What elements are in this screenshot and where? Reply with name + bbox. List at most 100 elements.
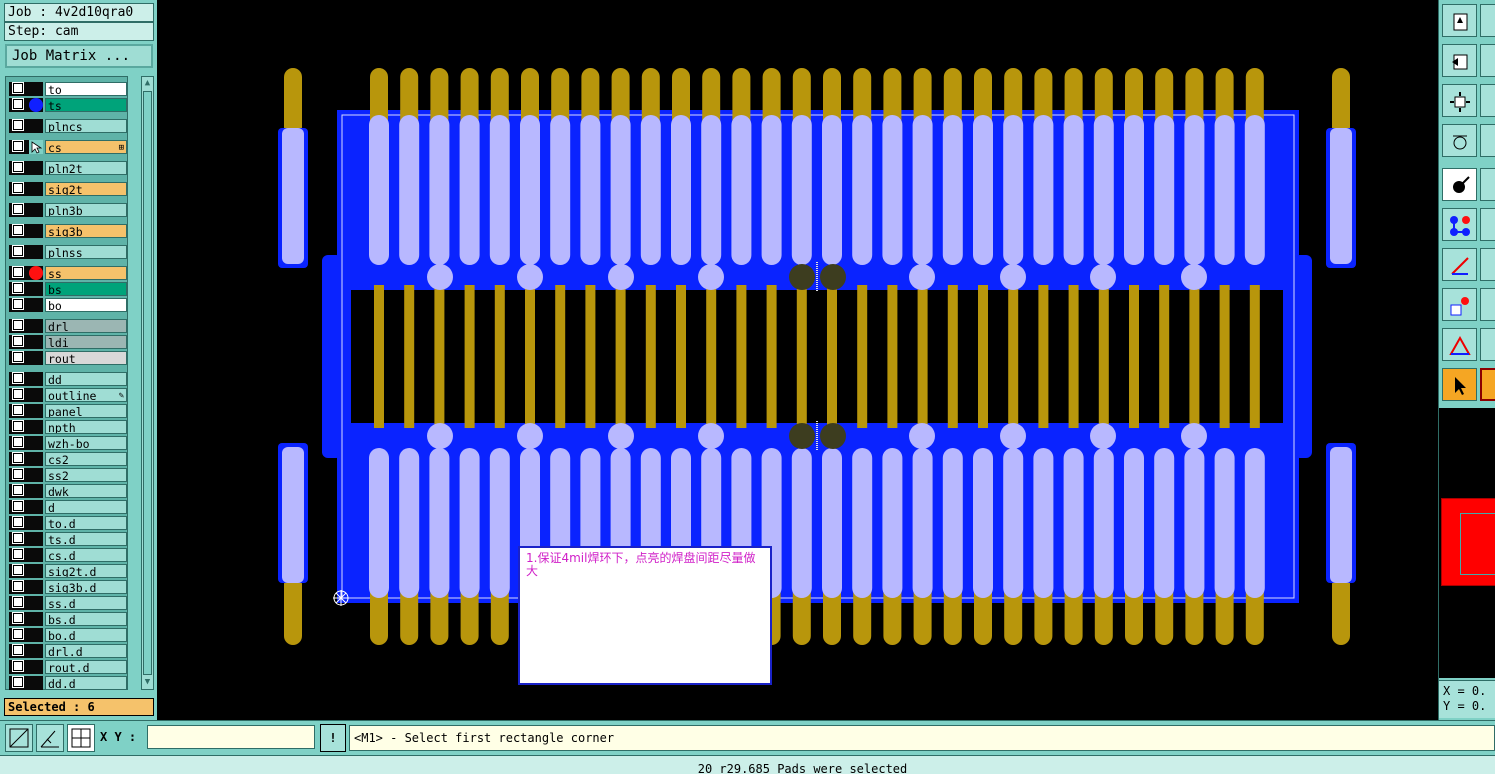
- layer-checkbox[interactable]: [12, 660, 24, 672]
- layer-checkbox[interactable]: [12, 140, 24, 152]
- layer-row-sig2t[interactable]: sig2t: [9, 182, 127, 196]
- layer-name[interactable]: cs.d: [45, 548, 127, 562]
- layer-row-drl[interactable]: drl: [9, 319, 127, 333]
- layer-checkbox[interactable]: [12, 468, 24, 480]
- overview-map[interactable]: [1439, 408, 1495, 678]
- layer-row-sig3b.d[interactable]: sig3b.d: [9, 580, 127, 594]
- layer-name[interactable]: sig3b: [45, 224, 127, 238]
- layer-name[interactable]: ss.d: [45, 596, 127, 610]
- layer-name[interactable]: pln2t: [45, 161, 127, 175]
- layer-name[interactable]: rout: [45, 351, 127, 365]
- layer-row-ss.d[interactable]: ss.d: [9, 596, 127, 610]
- layer-name[interactable]: sig2t.d: [45, 564, 127, 578]
- layer-out-icon[interactable]: [1442, 44, 1477, 77]
- layer-row-sig3b[interactable]: sig3b: [9, 224, 127, 238]
- layer-name[interactable]: dd: [45, 372, 127, 386]
- layer-name[interactable]: cs2: [45, 452, 127, 466]
- layer-checkbox[interactable]: [12, 612, 24, 624]
- layer-row-dd[interactable]: dd: [9, 372, 127, 386]
- layer-row-pln2t[interactable]: pln2t: [9, 161, 127, 175]
- layer-name[interactable]: outline ✎: [45, 388, 127, 402]
- layer-name[interactable]: bo: [45, 298, 127, 312]
- pad-add-icon[interactable]: [1442, 288, 1477, 321]
- layer-name[interactable]: bs.d: [45, 612, 127, 626]
- layer-checkbox[interactable]: [12, 564, 24, 576]
- layer-row-d[interactable]: d: [9, 500, 127, 514]
- layer-row-outline[interactable]: outline ✎: [9, 388, 127, 402]
- layer-row-dd.d[interactable]: dd.d: [9, 676, 127, 690]
- gear-sketch-icon[interactable]: [1442, 124, 1477, 157]
- layer-name[interactable]: drl: [45, 319, 127, 333]
- layer-row-rout[interactable]: rout: [9, 351, 127, 365]
- note-box[interactable]: 1.保证4mil焊环下，点亮的焊盘间距尽量做大: [518, 546, 772, 685]
- layer-checkbox[interactable]: [12, 644, 24, 656]
- tool-partial-7[interactable]: [1480, 248, 1495, 281]
- layer-name[interactable]: bs: [45, 282, 127, 296]
- snap-angle-icon[interactable]: [36, 724, 64, 752]
- layer-name[interactable]: rout.d: [45, 660, 127, 674]
- layer-row-npth[interactable]: npth: [9, 420, 127, 434]
- layer-name[interactable]: sig3b.d: [45, 580, 127, 594]
- layer-row-plnss[interactable]: plnss: [9, 245, 127, 259]
- layer-checkbox[interactable]: [12, 119, 24, 131]
- layer-row-pln3b[interactable]: pln3b: [9, 203, 127, 217]
- layer-checkbox[interactable]: [12, 404, 24, 416]
- pointer-icon[interactable]: [1442, 368, 1477, 401]
- layer-checkbox[interactable]: [12, 161, 24, 173]
- layer-name[interactable]: bo.d: [45, 628, 127, 642]
- layer-checkbox[interactable]: [12, 182, 24, 194]
- layer-row-ss2[interactable]: ss2: [9, 468, 127, 482]
- layer-checkbox[interactable]: [12, 372, 24, 384]
- layer-checkbox[interactable]: [12, 351, 24, 363]
- layer-name[interactable]: dd.d: [45, 676, 127, 690]
- layer-checkbox[interactable]: [12, 420, 24, 432]
- layer-name[interactable]: sig2t: [45, 182, 127, 196]
- job-matrix-button[interactable]: Job Matrix ...: [5, 44, 153, 68]
- layer-row-bo[interactable]: bo: [9, 298, 127, 312]
- layer-name[interactable]: wzh-bo: [45, 436, 127, 450]
- layer-name[interactable]: ts: [45, 98, 127, 112]
- layer-name[interactable]: to: [45, 82, 127, 96]
- layer-checkbox[interactable]: [12, 266, 24, 278]
- pad-select-icon[interactable]: [1442, 168, 1477, 201]
- layer-name[interactable]: plnss: [45, 245, 127, 259]
- triangle-icon[interactable]: [1442, 328, 1477, 361]
- layer-checkbox[interactable]: [12, 516, 24, 528]
- layer-name[interactable]: cs ⊞: [45, 140, 127, 154]
- layer-name[interactable]: to.d: [45, 516, 127, 530]
- layer-checkbox[interactable]: [12, 452, 24, 464]
- snap-corner-icon[interactable]: [5, 724, 33, 752]
- layer-checkbox[interactable]: [12, 596, 24, 608]
- tool-partial-9[interactable]: [1480, 328, 1495, 361]
- layer-row-bo.d[interactable]: bo.d: [9, 628, 127, 642]
- exclamation-button[interactable]: !: [320, 724, 346, 752]
- layer-checkbox[interactable]: [12, 298, 24, 310]
- layer-row-to.d[interactable]: to.d: [9, 516, 127, 530]
- layer-row-dwk[interactable]: dwk: [9, 484, 127, 498]
- layer-checkbox[interactable]: [12, 224, 24, 236]
- layer-checkbox[interactable]: [12, 98, 24, 110]
- layer-checkbox[interactable]: [12, 319, 24, 331]
- layer-checkbox[interactable]: [12, 500, 24, 512]
- layer-row-drl.d[interactable]: drl.d: [9, 644, 127, 658]
- scroll-up-icon[interactable]: ▲: [142, 78, 153, 89]
- layer-row-plncs[interactable]: plncs: [9, 119, 127, 133]
- tool-partial-5[interactable]: [1480, 168, 1495, 201]
- layer-checkbox[interactable]: [12, 245, 24, 257]
- graphic-canvas[interactable]: [157, 0, 1438, 720]
- layer-row-cs.d[interactable]: cs.d: [9, 548, 127, 562]
- layer-checkbox[interactable]: [12, 532, 24, 544]
- layer-checkbox[interactable]: [12, 628, 24, 640]
- layer-row-rout.d[interactable]: rout.d: [9, 660, 127, 674]
- tool-partial-8[interactable]: [1480, 288, 1495, 321]
- layer-checkbox[interactable]: [12, 436, 24, 448]
- tool-partial-2[interactable]: [1480, 44, 1495, 77]
- layer-in-icon[interactable]: [1442, 4, 1477, 37]
- layer-checkbox[interactable]: [12, 82, 24, 94]
- xy-input[interactable]: [147, 725, 315, 749]
- layer-checkbox[interactable]: [12, 335, 24, 347]
- layer-name[interactable]: ts.d: [45, 532, 127, 546]
- tool-partial-3[interactable]: [1480, 84, 1495, 117]
- layer-name[interactable]: drl.d: [45, 644, 127, 658]
- tool-partial-4[interactable]: [1480, 124, 1495, 157]
